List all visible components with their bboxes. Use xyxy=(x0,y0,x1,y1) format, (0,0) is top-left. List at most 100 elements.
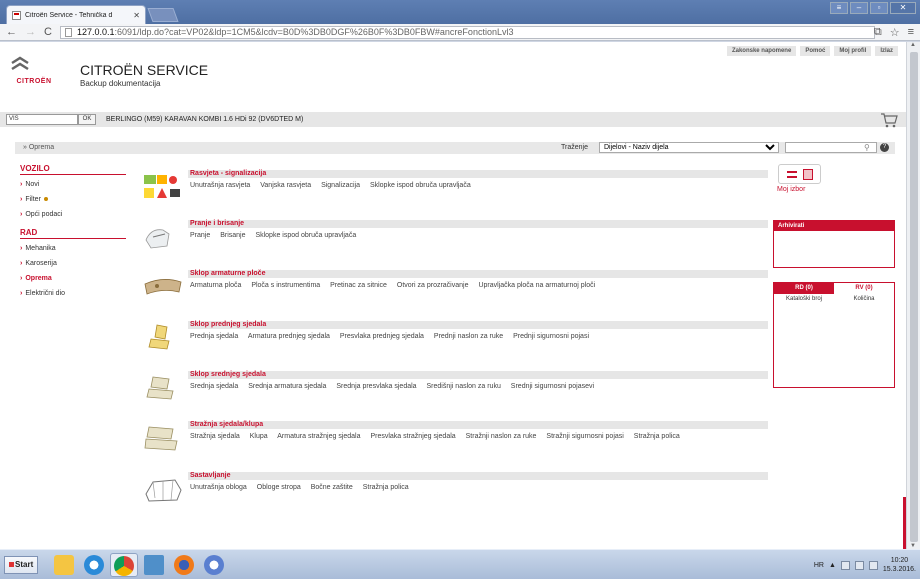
tab-close-icon[interactable]: ✕ xyxy=(133,11,140,20)
subcategory-link[interactable]: Obloge stropa xyxy=(257,484,301,491)
user-icon[interactable]: ≡ xyxy=(830,2,848,14)
subcategory-link[interactable]: Klupa xyxy=(250,433,268,440)
network-icon[interactable] xyxy=(854,560,864,570)
forward-icon[interactable]: → xyxy=(25,26,36,38)
subcategory-link[interactable]: Armatura prednjeg sjedala xyxy=(248,333,330,340)
subcategory-link[interactable]: Pretinac za sitnice xyxy=(330,282,387,289)
category-header[interactable]: Sklop srednjeg sjedala xyxy=(188,371,768,379)
subcategory-link[interactable]: Otvori za prozračivanje xyxy=(397,282,469,289)
taskbar-app2[interactable] xyxy=(200,553,228,577)
subcategory-link[interactable]: Bočne zaštite xyxy=(311,484,353,491)
subcategory-link[interactable]: Središnji naslon za ruku xyxy=(427,383,501,390)
sidebar-item-novi[interactable]: › Novi xyxy=(20,178,126,193)
sidebar-item-elektricni-dio[interactable]: › Električni dio xyxy=(20,287,126,302)
vin-ok-button[interactable]: OK xyxy=(78,114,96,125)
subcategory-link[interactable]: Prednji naslon za ruke xyxy=(434,333,503,340)
subcategory-link[interactable]: Prednja sjedala xyxy=(190,333,238,340)
rear-seat-icon[interactable] xyxy=(143,423,183,453)
subcategory-link[interactable]: Presvlaka prednjeg sjedala xyxy=(340,333,424,340)
subcategory-link[interactable]: Srednja armatura sjedala xyxy=(248,383,326,390)
tab-rd[interactable]: RD (0) xyxy=(774,283,834,294)
vertical-scrollbar[interactable]: ▲ ▼ xyxy=(906,42,920,549)
menu-icon[interactable]: ≡ xyxy=(908,26,914,39)
subcategory-link[interactable]: Srednji sigurnosni pojasevi xyxy=(511,383,594,390)
sidebar-item-karoserija[interactable]: › Karoserija xyxy=(20,257,126,272)
bookmark-star-icon[interactable]: ☆ xyxy=(890,26,900,39)
subcategory-link[interactable]: Pranje xyxy=(190,232,210,239)
lighting-icon[interactable] xyxy=(143,172,183,202)
citroen-logo[interactable]: CITROËN xyxy=(10,54,58,90)
subcategory-link[interactable]: Unutrašnja obloga xyxy=(190,484,247,491)
subcategory-link[interactable]: Stražnji naslon za ruke xyxy=(466,433,537,440)
category-header[interactable]: Pranje i brisanje xyxy=(188,220,768,228)
subcategory-link[interactable]: Stražnji sigurnosni pojasi xyxy=(546,433,623,440)
subcategory-link[interactable]: Unutrašnja rasvjeta xyxy=(190,182,250,189)
tray-icon[interactable] xyxy=(840,560,850,570)
logout-link[interactable]: Izlaz xyxy=(875,46,898,56)
tab-rv[interactable]: RV (0) xyxy=(834,283,894,294)
scroll-up-icon[interactable]: ▲ xyxy=(910,42,916,48)
category-header[interactable]: Sklop armaturne ploče xyxy=(188,270,768,278)
taskbar-app[interactable] xyxy=(140,553,168,577)
address-bar[interactable]: 127.0.0.1:6091/ldp.do?cat=VP02&ldp=1CM5&… xyxy=(59,25,875,39)
subcategory-link[interactable]: Upravljačka ploča na armaturnoj ploči xyxy=(478,282,595,289)
subcategory-link[interactable]: Srednja presvlaka sjedala xyxy=(336,383,416,390)
volume-icon[interactable] xyxy=(868,560,878,570)
subcategory-link[interactable]: Vanjska rasvjeta xyxy=(260,182,311,189)
category-header[interactable]: Stražnja sjedala/klupa xyxy=(188,421,768,429)
subcategory-link[interactable]: Prednji sigurnosni pojasi xyxy=(513,333,589,340)
category-header[interactable]: Sklop prednjeg sjedala xyxy=(188,321,768,329)
category-header[interactable]: Rasvjeta - signalizacija xyxy=(188,170,768,178)
minimize-button[interactable]: – xyxy=(850,2,868,14)
sidebar-item-oprema[interactable]: › Oprema xyxy=(20,272,126,287)
subcategory-link[interactable]: Srednja sjedala xyxy=(190,383,238,390)
subcategory-link[interactable]: Armaturna ploča xyxy=(190,282,241,289)
new-tab-button[interactable] xyxy=(147,8,179,22)
middle-seat-icon[interactable] xyxy=(143,373,183,403)
sidebar-item-mehanika[interactable]: › Mehanika xyxy=(20,242,126,257)
sidebar-item-filter[interactable]: › Filter xyxy=(20,193,126,208)
my-selection-button[interactable] xyxy=(778,164,821,184)
subcategory-link[interactable]: Ploča s instrumentima xyxy=(251,282,320,289)
front-seat-icon[interactable] xyxy=(143,323,183,353)
tray-arrow-icon[interactable]: ▲ xyxy=(829,562,836,569)
my-profile-link[interactable]: Moj profil xyxy=(834,46,872,56)
dashboard-icon[interactable] xyxy=(143,272,183,302)
subcategory-link[interactable]: Sklopke ispod obruča upravljača xyxy=(255,232,356,239)
subcategory-link[interactable]: Stražnja polica xyxy=(634,433,680,440)
body-frame-icon[interactable] xyxy=(143,474,183,504)
subcategory-link[interactable]: Presvlaka stražnjeg sjedala xyxy=(370,433,455,440)
reload-icon[interactable]: C xyxy=(44,26,52,38)
subcategory-link[interactable]: Stražnja polica xyxy=(363,484,409,491)
taskbar-ie[interactable] xyxy=(80,553,108,577)
back-icon[interactable]: ← xyxy=(6,26,17,38)
taskbar-chrome[interactable] xyxy=(110,553,138,577)
scrollbar-thumb[interactable] xyxy=(910,52,918,542)
clock[interactable]: 10:20 15.3.2016. xyxy=(883,556,916,574)
maximize-button[interactable]: ▫ xyxy=(870,2,888,14)
start-button[interactable]: Start xyxy=(4,556,38,574)
washer-icon[interactable] xyxy=(143,222,183,252)
taskbar-explorer[interactable] xyxy=(50,553,78,577)
subcategory-link[interactable]: Armatura stražnjeg sjedala xyxy=(277,433,360,440)
help-icon[interactable]: ? xyxy=(880,143,889,152)
subcategory-link[interactable]: Signalizacija xyxy=(321,182,360,189)
cart-icon[interactable] xyxy=(880,112,898,128)
help-link[interactable]: Pomoć xyxy=(800,46,831,56)
category-header[interactable]: Sastavljanje xyxy=(188,472,768,480)
my-selection-label[interactable]: Moj izbor xyxy=(777,186,837,193)
legal-notices-link[interactable]: Zakonske napomene xyxy=(726,46,797,56)
oprema-breadcrumb[interactable]: » Oprema xyxy=(23,144,54,151)
translate-icon[interactable]: ⧉ xyxy=(874,26,882,39)
subcategory-link[interactable]: Sklopke ispod obruča upravljača xyxy=(370,182,471,189)
close-window-button[interactable]: ✕ xyxy=(890,2,916,14)
browser-tab[interactable]: Citroën Service - Tehnička d ✕ xyxy=(6,5,146,24)
language-indicator[interactable]: HR xyxy=(814,562,824,569)
vin-input[interactable]: VIS xyxy=(6,114,78,125)
archive-header[interactable]: Arhivirati xyxy=(774,221,894,231)
sidebar-item-opci-podaci[interactable]: › Opći podaci xyxy=(20,208,126,223)
subcategory-link[interactable]: Brisanje xyxy=(220,232,245,239)
subcategory-link[interactable]: Stražnja sjedala xyxy=(190,433,240,440)
taskbar-firefox[interactable] xyxy=(170,553,198,577)
search-icon[interactable]: ⚲ xyxy=(864,143,870,152)
